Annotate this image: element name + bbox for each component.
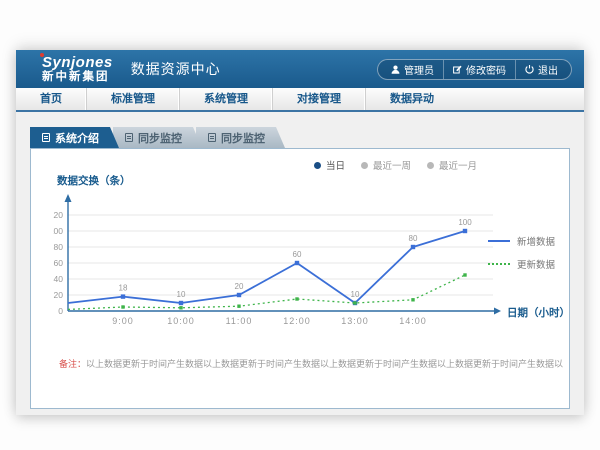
- logout-label: 退出: [538, 62, 558, 77]
- filter-last-month[interactable]: 最近一月: [427, 158, 477, 172]
- time-range-filters: 当日 最近一周 最近一月: [314, 158, 477, 172]
- svg-text:9:00: 9:00: [112, 316, 134, 326]
- page-title: 数据资源中心: [131, 59, 221, 79]
- svg-text:20: 20: [54, 290, 64, 300]
- logout-button[interactable]: 退出: [515, 60, 567, 79]
- nav-item-data-changes[interactable]: 数据异动: [365, 88, 458, 110]
- svg-text:10: 10: [351, 290, 360, 299]
- radio-unselected-icon: [361, 162, 368, 169]
- legend-label: 更新数据: [517, 257, 555, 271]
- x-axis-title: 日期（小时）: [507, 305, 570, 320]
- user-menu[interactable]: 管理员: [382, 60, 443, 79]
- nav-item-system[interactable]: 系统管理: [179, 88, 272, 110]
- tab-label: 同步监控: [221, 130, 265, 146]
- page-canvas: Synjones 新中新集团 数据资源中心 管理员 修改密码 退出: [0, 0, 600, 450]
- document-icon: [208, 133, 216, 142]
- edit-icon: [453, 65, 462, 74]
- tab-label: 同步监控: [138, 130, 182, 146]
- change-password-label: 修改密码: [466, 62, 506, 77]
- svg-text:20: 20: [235, 282, 244, 291]
- filter-last-week[interactable]: 最近一周: [361, 158, 411, 172]
- svg-text:10:00: 10:00: [167, 316, 195, 326]
- svg-text:13:00: 13:00: [341, 316, 369, 326]
- dotted-line-icon: [488, 263, 510, 265]
- app-header: Synjones 新中新集团 数据资源中心 管理员 修改密码 退出: [16, 50, 584, 88]
- filter-label: 最近一月: [439, 158, 477, 172]
- document-icon: [42, 133, 50, 142]
- tab-system-intro[interactable]: 系统介绍: [30, 127, 119, 148]
- nav-item-integration[interactable]: 对接管理: [272, 88, 365, 110]
- radio-selected-icon: [314, 162, 321, 169]
- radio-unselected-icon: [427, 162, 434, 169]
- svg-text:40: 40: [54, 274, 64, 284]
- footnote: 备注：以上数据更新于时间产生数据以上数据更新于时间产生数据以上数据更新于时间产生…: [59, 357, 563, 370]
- app-window: Synjones 新中新集团 数据资源中心 管理员 修改密码 退出: [16, 50, 584, 415]
- user-icon: [391, 65, 400, 74]
- filter-today[interactable]: 当日: [314, 158, 345, 172]
- tab-strip: 系统介绍 同步监控 同步监控: [30, 127, 279, 148]
- nav-item-standards[interactable]: 标准管理: [86, 88, 179, 110]
- content-panel: 当日 最近一周 最近一月 数据交换（条） 0 20 40 60 80 100 120 9:00…: [30, 148, 570, 409]
- svg-text:60: 60: [54, 258, 64, 268]
- legend-label: 新增数据: [517, 234, 555, 248]
- svg-text:0: 0: [58, 306, 63, 316]
- tab-label: 系统介绍: [55, 130, 99, 146]
- tab-sync-monitor-2[interactable]: 同步监控: [196, 127, 285, 148]
- solid-line-icon: [488, 240, 510, 242]
- exchange-chart: 0 20 40 60 80 100 120 9:00 10:00 11:00 12:00 13:00 1…: [53, 193, 513, 333]
- svg-text:60: 60: [293, 250, 302, 259]
- main-nav: 首页 标准管理 系统管理 对接管理 数据异动: [16, 88, 584, 112]
- svg-text:10: 10: [177, 290, 186, 299]
- logo-red-dot-icon: [40, 53, 44, 57]
- svg-text:18: 18: [119, 284, 128, 293]
- y-axis-title: 数据交换（条）: [57, 173, 131, 188]
- power-icon: [525, 65, 534, 74]
- svg-text:12:00: 12:00: [283, 316, 311, 326]
- nav-item-home[interactable]: 首页: [16, 88, 86, 110]
- footnote-text: 以上数据更新于时间产生数据以上数据更新于时间产生数据以上数据更新于时间产生数据以…: [86, 359, 563, 369]
- brand-logo: Synjones 新中新集团: [42, 55, 113, 84]
- filter-label: 当日: [326, 158, 345, 172]
- legend-item-updated-data: 更新数据: [488, 257, 555, 271]
- logo-secondary: 新中新集团: [42, 72, 113, 84]
- svg-text:100: 100: [53, 226, 63, 236]
- svg-text:120: 120: [53, 210, 63, 220]
- change-password-button[interactable]: 修改密码: [443, 60, 515, 79]
- svg-text:11:00: 11:00: [226, 316, 253, 326]
- svg-text:80: 80: [54, 242, 64, 252]
- svg-text:80: 80: [409, 234, 418, 243]
- document-icon: [125, 133, 133, 142]
- svg-text:100: 100: [458, 218, 472, 227]
- tab-sync-monitor-1[interactable]: 同步监控: [113, 127, 202, 148]
- legend-item-new-data: 新增数据: [488, 234, 555, 248]
- user-label: 管理员: [404, 62, 434, 77]
- filter-label: 最近一周: [373, 158, 411, 172]
- user-toolbar: 管理员 修改密码 退出: [377, 59, 572, 80]
- svg-text:14:00: 14:00: [399, 316, 427, 326]
- chart-legend: 新增数据 更新数据: [488, 234, 555, 280]
- footnote-label: 备注：: [59, 359, 86, 369]
- logo-primary: Synjones: [42, 55, 113, 70]
